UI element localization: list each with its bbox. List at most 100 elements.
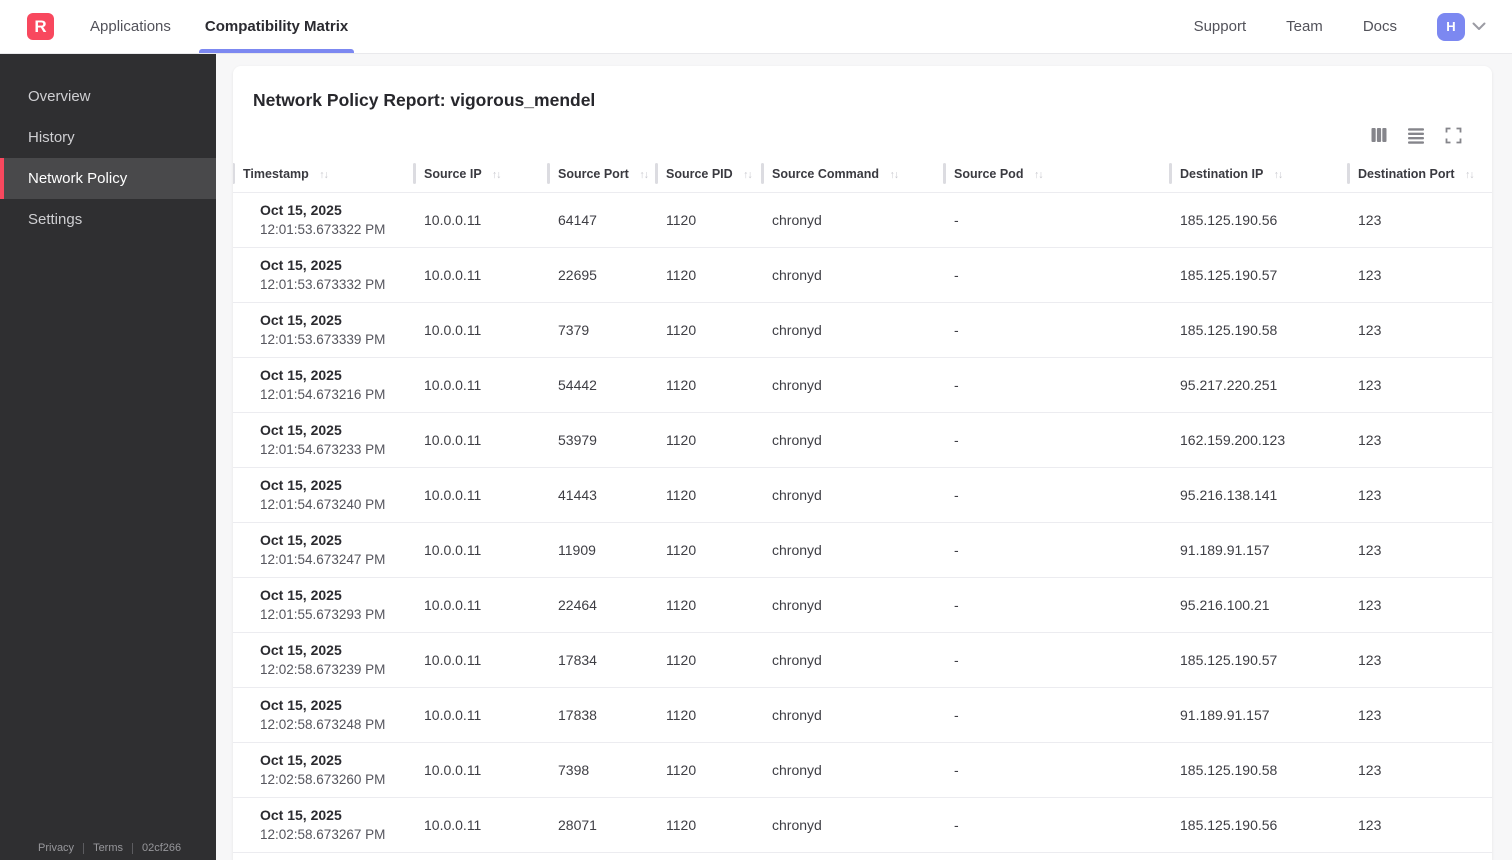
destination-port-cell: 123 [1358,706,1382,723]
primary-nav-item[interactable]: Applications [90,0,171,53]
secondary-nav-item[interactable]: Docs [1363,18,1397,35]
column-resize-handle[interactable] [1169,163,1172,184]
column-header[interactable]: Source Pod ↑↓ [943,160,1170,192]
column-resize-handle[interactable] [655,163,658,184]
source-pid-cell: 1120 [666,211,697,228]
timestamp-date: Oct 15, 2025 [260,257,342,273]
timestamp-time: 12:01:53.673332 PM [260,277,386,292]
source-pod-cell: - [954,596,959,613]
source-pod-cell: - [954,431,959,448]
sidebar-item-label: Settings [28,211,83,228]
column-resize-handle[interactable] [761,163,764,184]
timestamp-date: Oct 15, 2025 [260,807,342,823]
sidebar-item[interactable]: Overview [0,76,216,117]
source-command-cell: chronyd [772,321,822,338]
timestamp-cell: Oct 15, 2025 12:02:58.673239 PM [233,632,414,687]
timestamp-cell: Oct 15, 2025 12:01:53.673332 PM [233,247,414,302]
table-row: Oct 15, 2025 12:01:53.673332 PM 10.0.0.1… [233,247,1492,302]
sidebar-nav: Overview History Network Policy Settings [0,76,216,240]
destination-ip-cell: 185.125.190.56 [1180,211,1278,228]
avatar: H [1437,12,1465,41]
timestamp-date: Oct 15, 2025 [260,587,342,603]
table-row: Oct 15, 2025 [233,852,1492,860]
column-header-label: Source IP [424,166,482,181]
source-port-cell [548,852,656,860]
source-pod-cell: - [954,321,959,338]
sidebar-item[interactable]: History [0,117,216,158]
primary-nav-item-label: Applications [90,18,171,35]
destination-port-cell: 123 [1358,486,1382,503]
source-command-cell: chronyd [772,651,822,668]
timestamp-cell: Oct 15, 2025 12:01:54.673247 PM [233,522,414,577]
source-pod-cell: - [954,761,959,778]
network-policy-table: Timestamp ↑↓ Source IP ↑↓ Source Port ↑↓… [233,160,1492,860]
source-ip-cell: 10.0.0.11 [424,706,482,723]
sort-icon: ↑↓ [639,168,648,181]
primary-nav-item-label: Compatibility Matrix [204,18,349,35]
app-logo-letter: R [34,16,47,36]
source-command-cell: chronyd [772,541,822,558]
table-row: Oct 15, 2025 12:01:55.673293 PM 10.0.0.1… [233,577,1492,632]
column-resize-handle[interactable] [547,163,550,184]
source-ip-cell: 10.0.0.11 [424,651,482,668]
top-bar: R Applications Compatibility Matrix Supp… [0,0,1512,54]
timestamp-cell: Oct 15, 2025 12:01:54.673240 PM [233,467,414,522]
fullscreen-icon [1445,127,1462,144]
column-header[interactable]: Destination IP ↑↓ [1169,160,1348,192]
source-pod-cell: - [954,541,959,558]
timestamp-time: 12:01:53.673339 PM [260,332,386,347]
terms-link[interactable]: Terms [93,842,123,854]
source-port-cell: 41443 [558,486,597,503]
source-pid-cell: 1120 [666,706,697,723]
column-resize-handle[interactable] [413,163,416,184]
table-row: Oct 15, 2025 12:01:54.673216 PM 10.0.0.1… [233,357,1492,412]
fullscreen-button[interactable] [1444,126,1462,144]
sidebar-item[interactable]: Network Policy [0,158,216,199]
destination-port-cell: 123 [1358,651,1382,668]
source-ip-cell: 10.0.0.11 [424,266,482,283]
column-view-button[interactable] [1370,126,1388,144]
list-view-button[interactable] [1407,126,1425,144]
primary-nav: Applications Compatibility Matrix [90,0,382,53]
footer-divider [83,842,85,854]
sort-icon: ↑↓ [491,168,501,181]
privacy-link[interactable]: Privacy [38,842,74,854]
column-resize-handle[interactable] [233,163,235,184]
destination-ip-cell [1170,852,1348,860]
column-header[interactable]: Source IP ↑↓ [413,160,548,192]
sidebar-item-label: Network Policy [28,170,128,187]
primary-nav-item[interactable]: Compatibility Matrix [198,0,355,53]
destination-ip-cell: 91.189.91.157 [1180,706,1270,723]
timestamp-cell: Oct 15, 2025 12:01:54.673233 PM [233,412,414,467]
footer-divider [132,842,134,854]
source-pod-cell: - [954,266,959,283]
sidebar-item[interactable]: Settings [0,199,216,240]
column-resize-handle[interactable] [1347,163,1350,184]
sort-icon: ↑↓ [743,168,752,181]
column-resize-handle[interactable] [943,163,946,184]
column-header[interactable]: Source Port ↑↓ [547,160,656,192]
user-menu[interactable]: H [1437,12,1486,41]
timestamp-date: Oct 15, 2025 [260,422,342,438]
source-command-cell: chronyd [772,376,822,393]
source-command-cell: chronyd [772,761,822,778]
column-header[interactable]: Timestamp ↑↓ [233,160,414,192]
timestamp-cell: Oct 15, 2025 12:01:54.673216 PM [233,357,414,412]
source-command-cell [762,852,944,860]
sidebar-item-label: Overview [28,88,91,105]
column-header-label: Source Port [558,166,629,181]
column-header[interactable]: Destination Port ↑↓ [1347,160,1492,192]
destination-ip-cell: 185.125.190.57 [1180,266,1278,283]
source-pod-cell: - [954,376,959,393]
timestamp-cell: Oct 15, 2025 12:01:53.673339 PM [233,302,414,357]
app-logo[interactable]: R [27,13,54,40]
timestamp-time: 12:01:54.673240 PM [260,497,386,512]
column-header[interactable]: Source Command ↑↓ [761,160,944,192]
column-header[interactable]: Source PID ↑↓ [655,160,762,192]
source-pod-cell: - [954,816,959,833]
secondary-nav-item[interactable]: Support [1194,18,1247,35]
table-row: Oct 15, 2025 12:01:53.673339 PM 10.0.0.1… [233,302,1492,357]
secondary-nav-item[interactable]: Team [1286,18,1323,35]
sidebar-item-label: History [28,129,75,146]
column-header-label: Destination Port [1358,166,1455,181]
